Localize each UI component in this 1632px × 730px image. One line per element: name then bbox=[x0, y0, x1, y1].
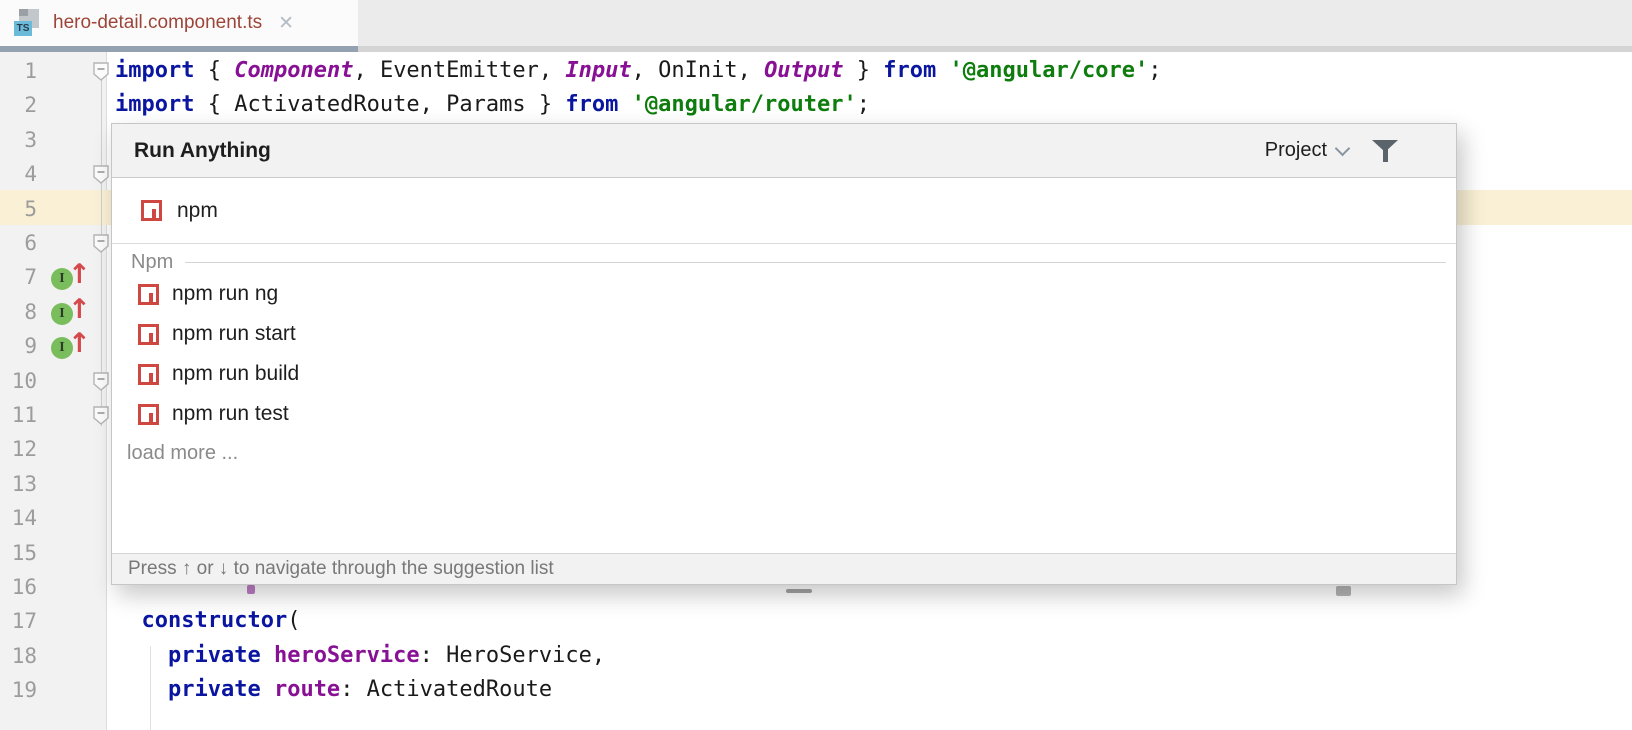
line-number: 14 bbox=[0, 501, 37, 535]
section-divider bbox=[185, 262, 1446, 263]
suggestion-label: npm run test bbox=[172, 402, 289, 426]
typescript-file-icon: TS bbox=[14, 9, 41, 37]
code-line[interactable]: 17 constructor( bbox=[0, 604, 1632, 638]
suggestion-label: npm run ng bbox=[172, 282, 278, 306]
fold-marker-icon[interactable] bbox=[93, 234, 109, 253]
popup-footer-hint: Press ↑ or ↓ to navigate through the sug… bbox=[112, 553, 1456, 584]
suggestion-item[interactable]: npm run test bbox=[112, 394, 1456, 434]
line-number: 13 bbox=[0, 467, 37, 501]
editor-tab-bar: TS hero-detail.component.ts ✕ bbox=[0, 0, 1632, 46]
fold-marker-icon[interactable] bbox=[93, 62, 109, 81]
line-number: 10 bbox=[0, 364, 37, 398]
line-number: 1 bbox=[0, 54, 37, 88]
suggestion-item[interactable]: npm run start bbox=[112, 314, 1456, 354]
line-number: 8 bbox=[0, 295, 37, 329]
override-arrow-icon: ↑ bbox=[68, 259, 91, 290]
code-text: import { ActivatedRoute, Params } from '… bbox=[115, 88, 870, 122]
search-query: npm bbox=[177, 199, 218, 223]
code-line[interactable]: 2 import { ActivatedRoute, Params } from … bbox=[0, 88, 1632, 122]
line-number: 11 bbox=[0, 398, 37, 432]
fold-marker-icon[interactable] bbox=[93, 372, 109, 391]
section-label: Npm bbox=[131, 251, 173, 274]
obscured-code-fragment bbox=[1336, 586, 1351, 596]
close-tab-icon[interactable]: ✕ bbox=[278, 12, 294, 35]
code-text: import { Component, EventEmitter, Input,… bbox=[115, 54, 1161, 88]
section-header-npm: Npm bbox=[112, 244, 1456, 274]
tab-label: hero-detail.component.ts bbox=[53, 12, 262, 34]
npm-icon bbox=[138, 404, 159, 425]
line-number: 12 bbox=[0, 432, 37, 466]
run-anything-popup: Run Anything Project npm Npm npm run ng n… bbox=[111, 123, 1457, 585]
indent-guide bbox=[150, 646, 151, 730]
gutter-icons[interactable]: I↑ bbox=[51, 332, 97, 362]
line-number: 18 bbox=[0, 639, 37, 673]
npm-icon bbox=[138, 364, 159, 385]
suggestion-label: npm run start bbox=[172, 322, 296, 346]
line-number: 4 bbox=[0, 157, 37, 191]
line-number: 15 bbox=[0, 536, 37, 570]
ide-window: TS hero-detail.component.ts ✕ 1 import { … bbox=[0, 0, 1632, 730]
line-number: 3 bbox=[0, 123, 37, 157]
suggestion-item[interactable]: npm run build bbox=[112, 354, 1456, 394]
code-text: private heroService: HeroService, bbox=[115, 639, 605, 673]
ts-badge: TS bbox=[14, 21, 32, 36]
npm-icon bbox=[141, 200, 162, 221]
code-text: constructor( bbox=[115, 604, 300, 638]
code-line[interactable]: 19 private route: ActivatedRoute bbox=[0, 673, 1632, 707]
fold-marker-icon[interactable] bbox=[93, 406, 109, 425]
line-number: 7 bbox=[0, 260, 37, 294]
code-line[interactable]: 18 private heroService: HeroService, bbox=[0, 639, 1632, 673]
scope-selector[interactable]: Project bbox=[1265, 139, 1348, 162]
line-number: 2 bbox=[0, 88, 37, 122]
chevron-down-icon bbox=[1335, 141, 1351, 157]
popup-header: Run Anything Project bbox=[112, 124, 1456, 178]
scope-label: Project bbox=[1265, 139, 1327, 162]
suggestion-list: Npm npm run ng npm run start npm run build… bbox=[112, 244, 1456, 584]
code-line[interactable]: 1 import { Component, EventEmitter, Input… bbox=[0, 54, 1632, 88]
npm-icon bbox=[138, 284, 159, 305]
suggestion-label: npm run build bbox=[172, 362, 299, 386]
gutter-icons[interactable]: I↑ bbox=[51, 263, 97, 293]
line-number: 19 bbox=[0, 673, 37, 707]
line-number: 6 bbox=[0, 226, 37, 260]
run-anything-search-field[interactable]: npm bbox=[112, 178, 1456, 244]
obscured-code-fragment bbox=[786, 589, 812, 593]
filter-icon[interactable] bbox=[1372, 139, 1398, 163]
tab-hero-detail-component-ts[interactable]: TS hero-detail.component.ts ✕ bbox=[0, 0, 358, 46]
suggestion-item[interactable]: npm run ng bbox=[112, 274, 1456, 314]
line-number: 9 bbox=[0, 329, 37, 363]
override-arrow-icon: ↑ bbox=[68, 294, 91, 325]
list-spacer bbox=[112, 472, 1456, 553]
override-arrow-icon: ↑ bbox=[68, 328, 91, 359]
load-more-item[interactable]: load more ... bbox=[112, 434, 1456, 472]
obscured-code-fragment bbox=[247, 585, 255, 594]
npm-icon bbox=[138, 324, 159, 345]
code-text: private route: ActivatedRoute bbox=[115, 673, 552, 707]
fold-marker-icon[interactable] bbox=[93, 165, 109, 184]
gutter-icons[interactable]: I↑ bbox=[51, 298, 97, 328]
line-number: 17 bbox=[0, 604, 37, 638]
line-number: 5 bbox=[0, 192, 37, 226]
popup-title: Run Anything bbox=[134, 139, 271, 163]
line-number: 16 bbox=[0, 570, 37, 604]
